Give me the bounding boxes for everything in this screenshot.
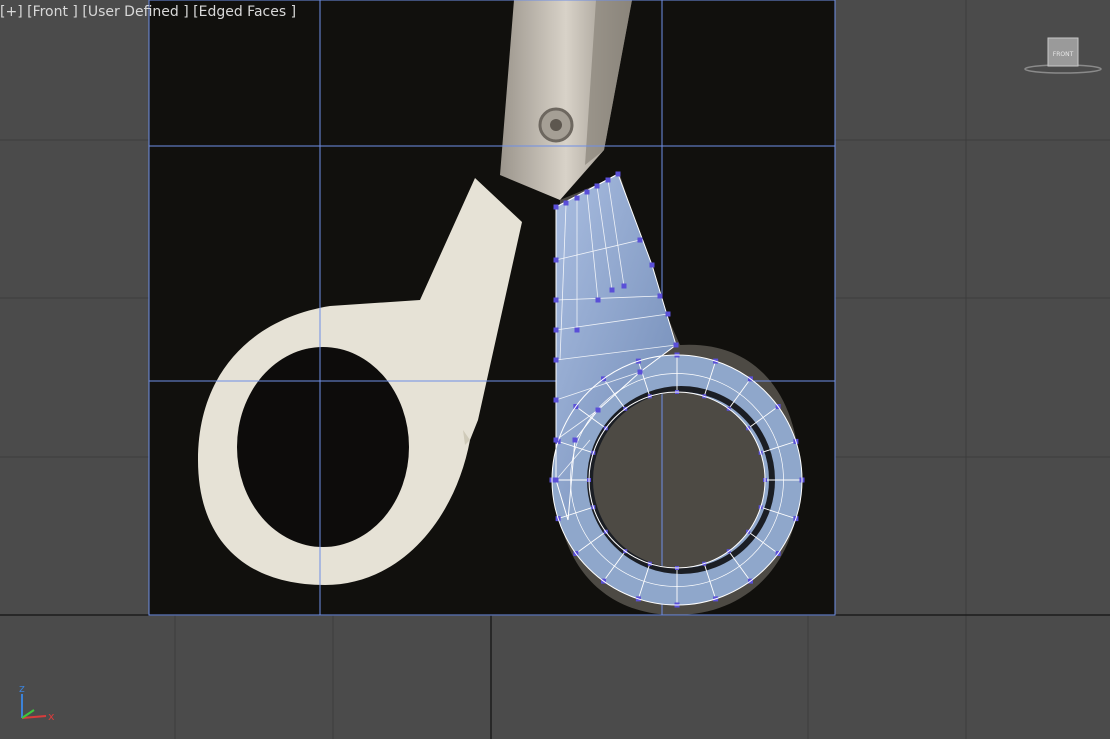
mesh-vertex (553, 477, 559, 483)
mesh-vertex (553, 257, 559, 263)
axis-x-label: x (48, 710, 55, 723)
mesh-vertex (665, 311, 671, 317)
mesh-vertex (595, 407, 601, 413)
mesh-vertex (637, 369, 643, 375)
viewport-camera-menu[interactable]: [User Defined ] (82, 4, 188, 20)
mesh-vertex (673, 342, 679, 348)
viewport-view-menu[interactable]: [Front ] (27, 4, 78, 20)
mesh-vertex (553, 357, 559, 363)
mesh-vertex (572, 437, 578, 443)
mesh-vertex (574, 195, 580, 201)
mesh-vertex (563, 200, 569, 206)
reference-image-plane (149, 0, 835, 615)
mesh-vertex (553, 297, 559, 303)
viewport-label: [+] [Front ] [User Defined ] [Edged Face… (0, 4, 296, 20)
viewcube[interactable]: FRONT (1022, 36, 1102, 76)
axis-tripod: z x (19, 682, 55, 723)
mesh-vertex (594, 183, 600, 189)
viewport-scene[interactable]: z x (0, 0, 1110, 739)
mesh-vertex (553, 204, 559, 210)
mesh-vertex (615, 171, 621, 177)
mesh-vertex (553, 437, 559, 443)
mesh-vertex (605, 177, 611, 183)
axis-z-label: z (19, 682, 25, 695)
mesh-vertex (553, 327, 559, 333)
viewport-menu-plus[interactable]: [+] (0, 4, 23, 20)
mesh-vertex (637, 237, 643, 243)
viewport-shading-menu[interactable]: [Edged Faces ] (193, 4, 296, 20)
mesh-vertex (553, 397, 559, 403)
front-viewport[interactable]: z x [+] [Front ] [User Defined ] [Edged … (0, 0, 1110, 739)
mesh-vertex (595, 297, 601, 303)
mesh-vertex (609, 287, 615, 293)
viewcube-face-label: FRONT (1053, 51, 1074, 58)
mesh-vertex (584, 189, 590, 195)
scissor-handle-left-hole (237, 347, 409, 547)
mesh-vertex (621, 283, 627, 289)
mesh-vertex (574, 327, 580, 333)
mesh-vertex (649, 262, 655, 268)
mesh-vertex (657, 293, 663, 299)
